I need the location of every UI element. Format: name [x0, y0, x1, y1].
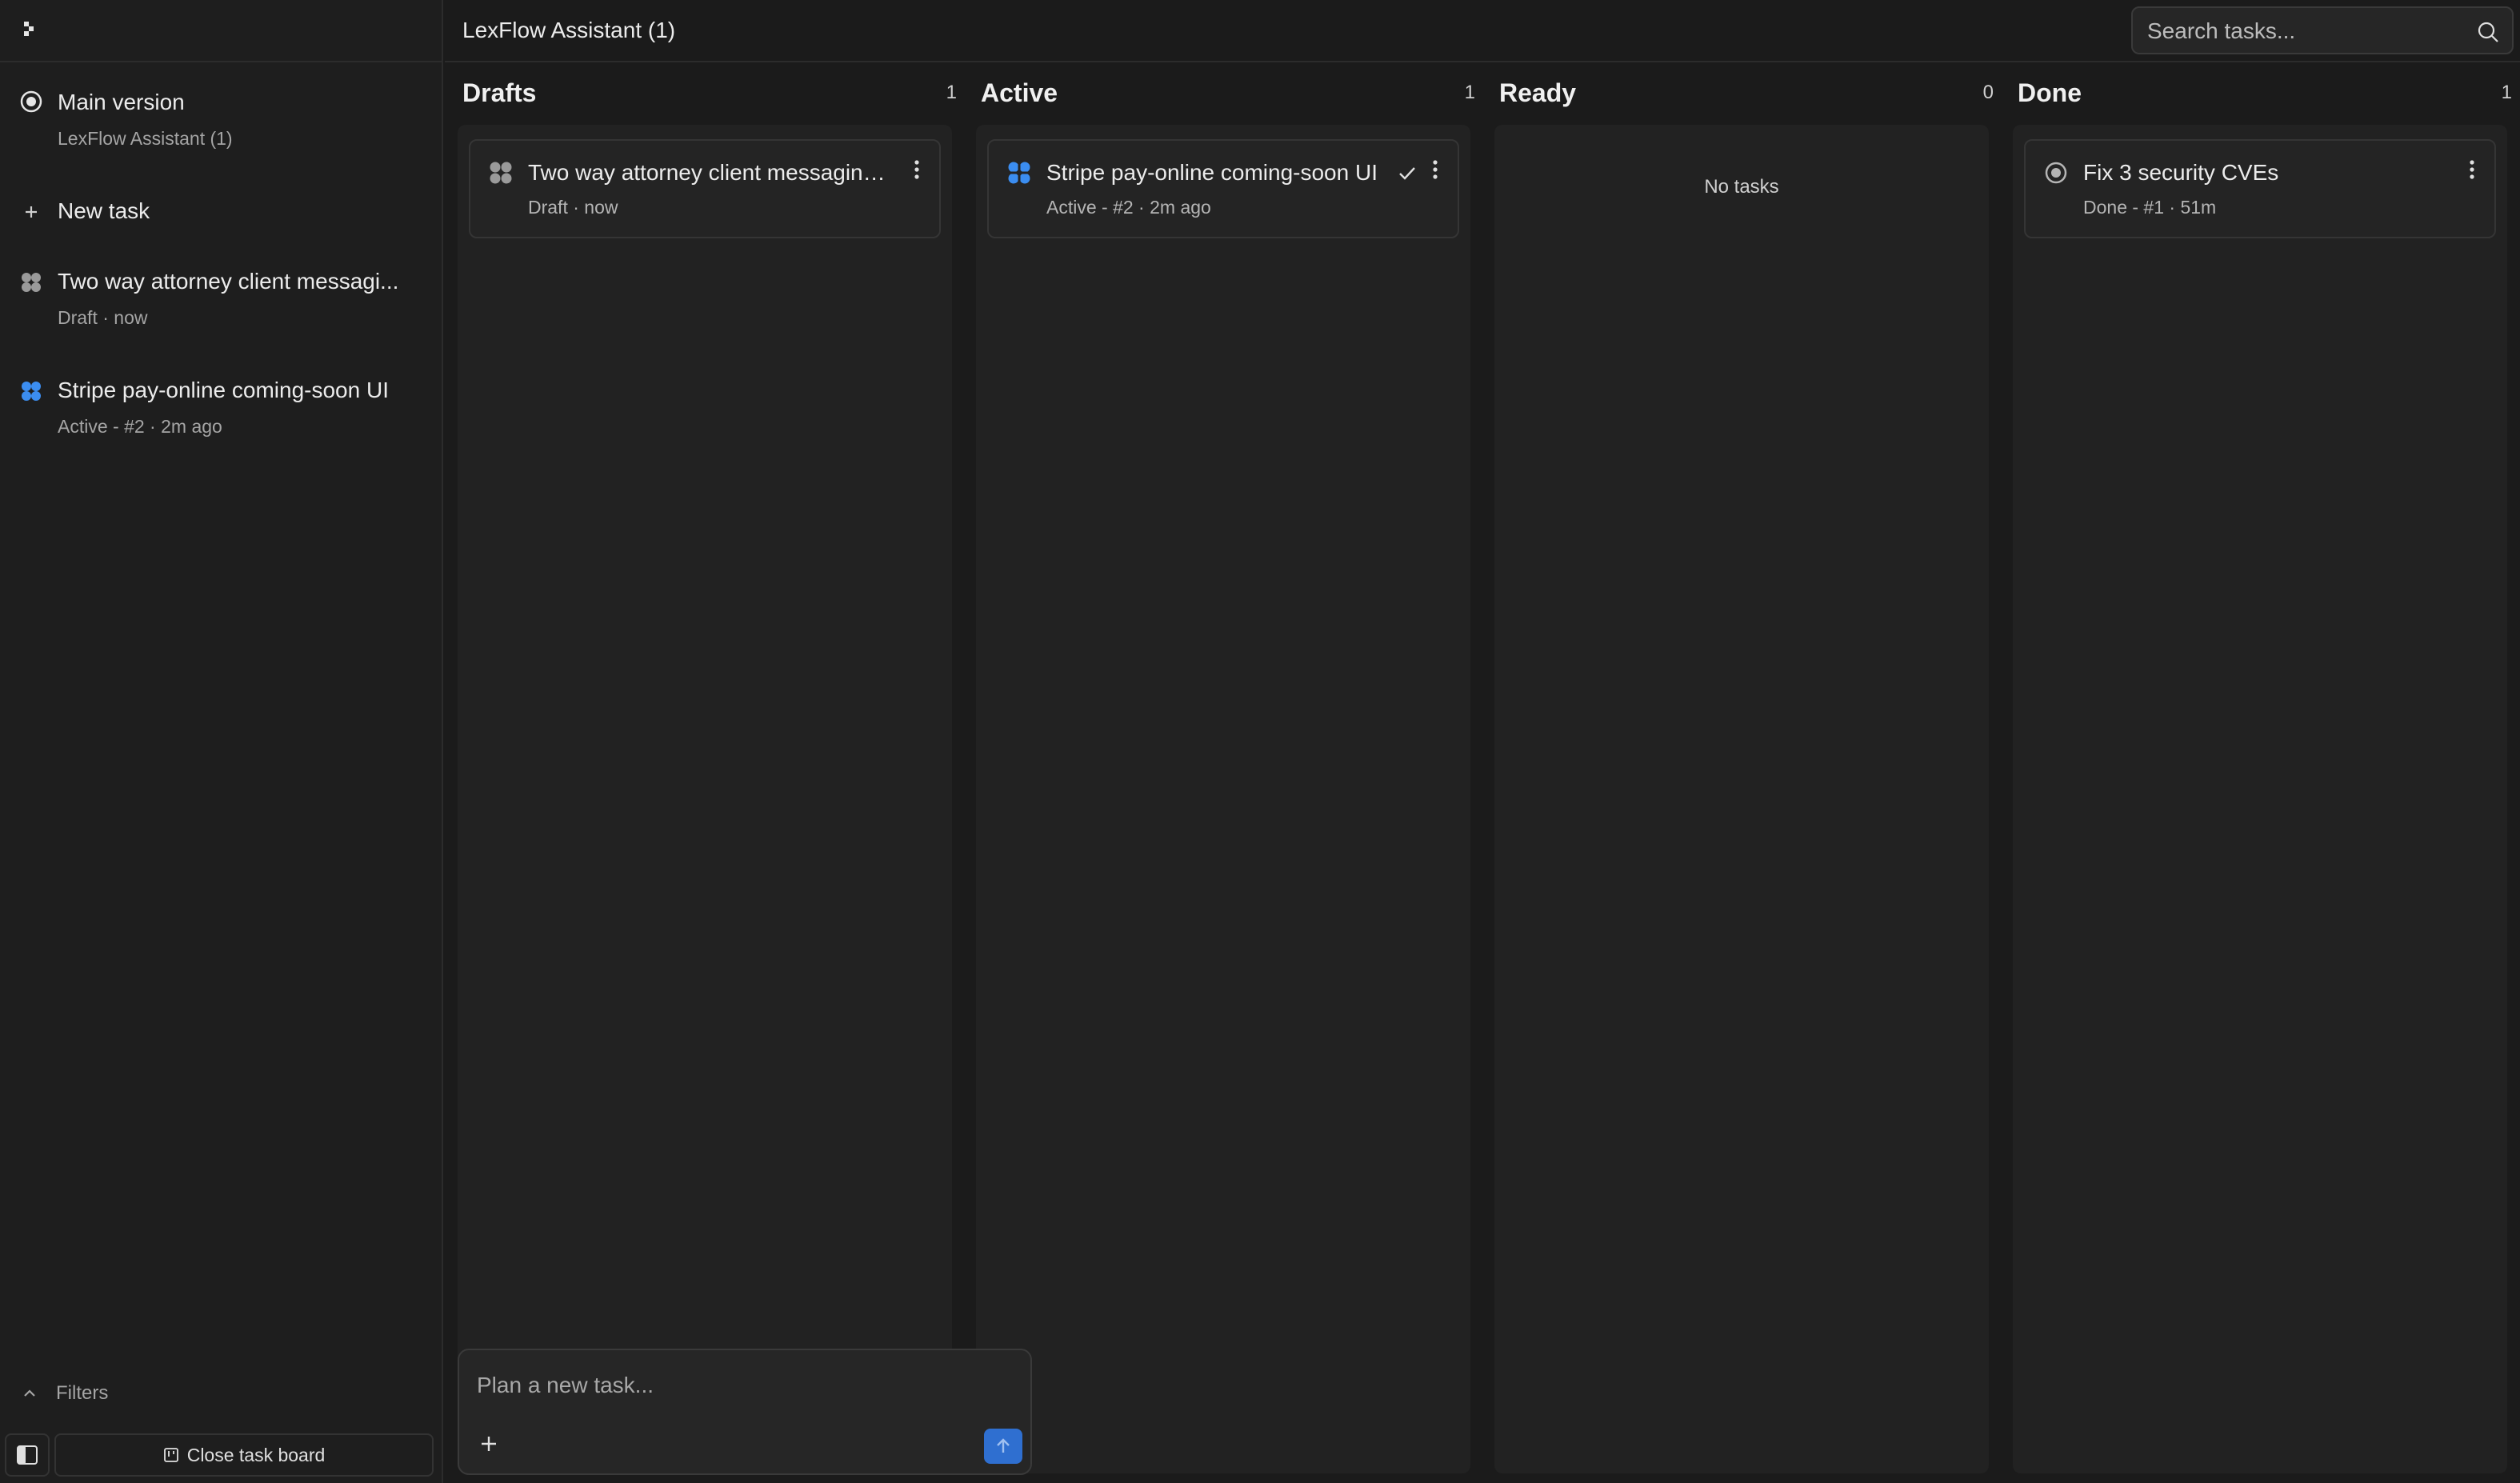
sidebar: Main version LexFlow Assistant (1) New t…: [0, 0, 443, 1483]
pinwheel-icon: [1008, 162, 1030, 184]
page-title: LexFlow Assistant (1): [462, 18, 676, 42]
filters-toggle[interactable]: Filters: [21, 1382, 108, 1405]
sidebar-item-task[interactable]: Stripe pay-online coming-soon UI Active …: [0, 378, 443, 450]
task-card-meta: Active - #2 · 2m ago: [1046, 197, 1211, 218]
toggle-sidebar-button[interactable]: [5, 1433, 50, 1477]
column-count: 1: [946, 82, 957, 103]
more-vertical-icon[interactable]: [909, 158, 925, 182]
sidebar-item-main-version[interactable]: Main version LexFlow Assistant (1): [0, 86, 443, 158]
add-attachment-icon[interactable]: [477, 1432, 501, 1456]
kanban-board-icon: [163, 1448, 178, 1462]
column-ready: Ready 0 No tasks: [1494, 62, 2006, 1483]
column-title: Drafts: [462, 78, 537, 107]
column-count: 1: [1464, 82, 1475, 103]
column-header: Active 1: [976, 78, 1488, 110]
send-button[interactable]: [984, 1429, 1022, 1464]
column-header: Ready 0: [1494, 78, 2006, 110]
new-task-button[interactable]: New task: [0, 197, 443, 229]
new-task-label: New task: [58, 198, 150, 223]
task-card-meta: Done - #1 · 51m: [2083, 197, 2217, 218]
plus-icon: [26, 206, 37, 218]
close-task-board-button[interactable]: Close task board: [54, 1433, 434, 1477]
search-input[interactable]: [2147, 16, 2467, 46]
grid-dots-icon: [22, 382, 41, 401]
empty-column-label: No tasks: [1704, 176, 1779, 198]
task-card[interactable]: Stripe pay-online coming-soon UI Active …: [987, 139, 1459, 238]
column-header: Drafts 1: [458, 78, 970, 110]
more-vertical-icon[interactable]: [1427, 158, 1443, 182]
column-done: Done 1 Fix 3 security CVEs Done - #1 · 5…: [2013, 62, 2520, 1483]
more-vertical-icon[interactable]: [2464, 158, 2480, 182]
column-active: Active 1 Stripe pay-online coming-soon U…: [976, 62, 1488, 1483]
task-card-title: Fix 3 security CVEs: [2083, 160, 2279, 185]
column-count: 0: [1982, 82, 1994, 103]
checkmark-icon: [1399, 167, 1415, 180]
radio-target-icon: [2045, 162, 2067, 184]
column-title: Ready: [1499, 78, 1577, 107]
sidebar-panel-icon: [17, 1445, 38, 1465]
sidebar-task-meta: Active - #2 · 2m ago: [58, 416, 222, 437]
sidebar-task-title: Stripe pay-online coming-soon UI: [58, 378, 389, 402]
column-body: Fix 3 security CVEs Done - #1 · 51m: [2013, 125, 2507, 1473]
sidebar-item-subtitle: LexFlow Assistant (1): [58, 128, 233, 149]
column-title: Active: [981, 78, 1058, 107]
sidebar-bottom-bar: Close task board: [5, 1433, 434, 1477]
sidebar-task-title: Two way attorney client messagi...: [58, 269, 399, 294]
column-body: Two way attorney client messaging ... Dr…: [458, 125, 952, 1473]
new-task-input[interactable]: [477, 1373, 1005, 1405]
column-drafts: Drafts 1 Two way attorney client messagi…: [458, 62, 970, 1483]
column-header: Done 1: [2013, 78, 2520, 110]
chevron-up-icon: [24, 1389, 35, 1397]
sidebar-item-label: Main version: [58, 90, 185, 114]
column-body: No tasks: [1494, 125, 1989, 1473]
sidebar-task-meta: Draft · now: [58, 307, 148, 328]
search-box: [2131, 6, 2514, 54]
task-card-title: Two way attorney client messaging ...: [528, 160, 896, 185]
grid-dots-icon: [22, 273, 41, 292]
task-card[interactable]: Two way attorney client messaging ... Dr…: [469, 139, 941, 238]
new-task-composer: [458, 1349, 1032, 1475]
task-card-title: Stripe pay-online coming-soon UI: [1046, 160, 1378, 185]
search-icon[interactable]: [2477, 21, 2499, 43]
header: LexFlow Assistant (1): [445, 0, 2520, 62]
column-count: 1: [2501, 82, 2512, 103]
task-card-meta: Draft · now: [528, 197, 618, 218]
arrow-up-icon: [997, 1438, 1010, 1453]
sidebar-topbar: [0, 0, 442, 62]
filters-label: Filters: [56, 1382, 109, 1404]
column-title: Done: [2018, 78, 2082, 107]
column-body: Stripe pay-online coming-soon UI Active …: [976, 125, 1470, 1473]
close-task-board-label: Close task board: [186, 1444, 326, 1465]
app-logo-icon[interactable]: [21, 19, 40, 38]
task-card[interactable]: Fix 3 security CVEs Done - #1 · 51m: [2024, 139, 2496, 238]
sidebar-item-task[interactable]: Two way attorney client messagi... Draft…: [0, 269, 443, 341]
radio-target-icon: [20, 90, 42, 113]
grid-dots-icon: [490, 162, 512, 184]
